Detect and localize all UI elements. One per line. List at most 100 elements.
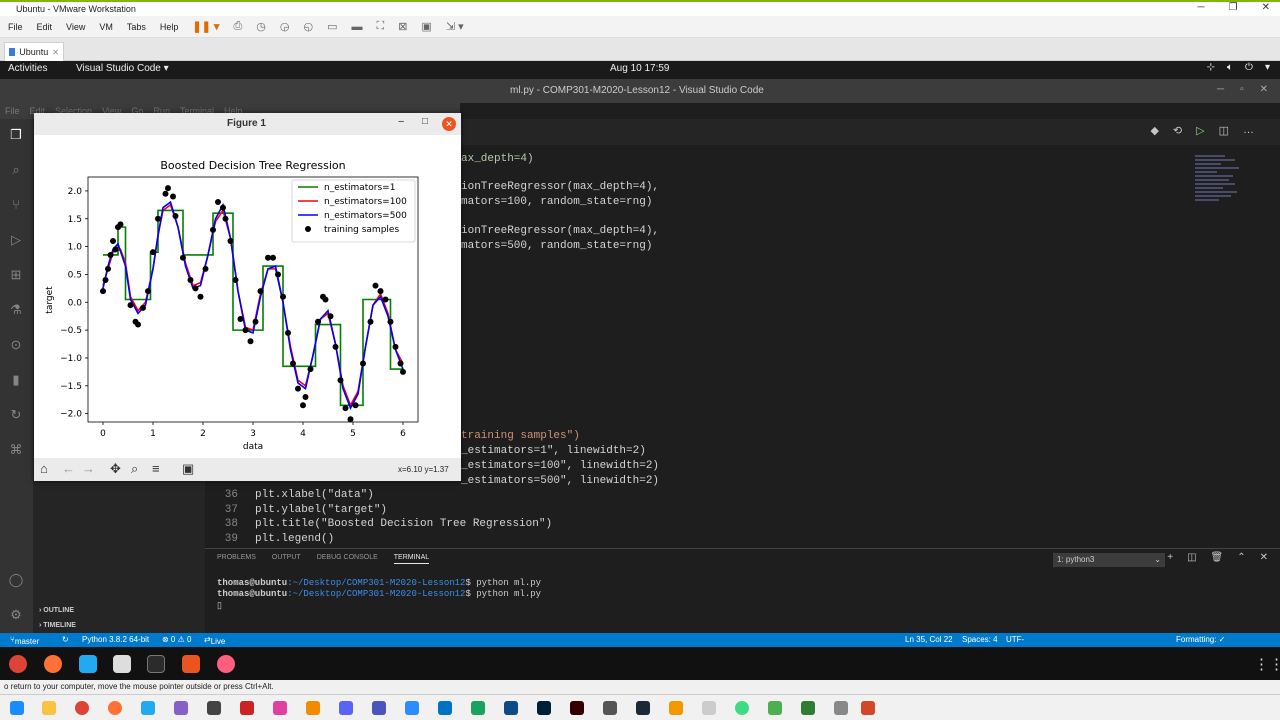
- matplotlib-figure-window[interactable]: Figure 1 − □ ✕ Boosted Decision Tree Reg…: [34, 113, 461, 481]
- menu-help[interactable]: Help: [160, 22, 179, 32]
- sidebar-outline[interactable]: › OUTLINE: [39, 607, 74, 614]
- forward-icon[interactable]: →: [82, 461, 95, 476]
- chart[interactable]: Boosted Decision Tree Regression data ta…: [34, 135, 461, 458]
- explorer-icon[interactable]: ❐: [8, 127, 24, 143]
- steam-icon[interactable]: [636, 701, 650, 715]
- photoshop-icon[interactable]: [537, 701, 551, 715]
- close-icon[interactable]: ✕: [442, 117, 456, 131]
- extensions-icon[interactable]: ⊞: [8, 267, 24, 283]
- terminal-icon[interactable]: [147, 655, 165, 673]
- status-python[interactable]: Python 3.8.2 64-bit: [82, 635, 149, 644]
- close-icon[interactable]: ✕: [1262, 2, 1270, 13]
- zoom-icon[interactable]: [405, 701, 419, 715]
- minimize-icon[interactable]: −: [398, 116, 404, 128]
- more-icon[interactable]: …: [1243, 124, 1254, 137]
- menu-edit[interactable]: Edit: [37, 22, 53, 32]
- tab-close-icon[interactable]: ✕: [52, 48, 59, 57]
- software-icon[interactable]: [182, 655, 200, 673]
- tab-ubuntu[interactable]: Ubuntu ✕: [4, 42, 64, 61]
- screenshot-icon[interactable]: [217, 655, 235, 673]
- discord-icon[interactable]: [339, 701, 353, 715]
- status-liveshare[interactable]: ⇄ Live Share: [204, 635, 232, 655]
- tab-output[interactable]: OUTPUT: [272, 554, 301, 564]
- fullscreen-icon[interactable]: ⛶: [376, 20, 384, 33]
- show-apps-icon[interactable]: ⋮⋮⋮: [1254, 655, 1280, 673]
- vscode-icon[interactable]: [79, 655, 97, 673]
- file-explorer-icon[interactable]: [42, 701, 56, 715]
- vscode-icon[interactable]: [141, 701, 155, 715]
- send-ctrl-alt-del-icon[interactable]: ⎙: [233, 20, 242, 33]
- app-icon[interactable]: [603, 701, 617, 715]
- visual-studio-icon[interactable]: [174, 701, 188, 715]
- minimize-icon[interactable]: ─: [1217, 84, 1224, 95]
- clock[interactable]: Aug 10 17:59: [610, 63, 670, 74]
- illustrator-icon[interactable]: [570, 701, 584, 715]
- status-branch[interactable]: ⑂ master: [10, 635, 39, 646]
- status-formatting[interactable]: Formatting: ✓: [1176, 635, 1225, 644]
- terminal-select[interactable]: 1: python3 ⌄: [1053, 553, 1165, 567]
- status-problems[interactable]: ⊗ 0 ⚠ 0: [162, 635, 191, 644]
- menu-vm[interactable]: VM: [99, 22, 113, 32]
- compare-icon[interactable]: ⟲: [1173, 124, 1182, 137]
- split-editor-icon[interactable]: ◫: [1219, 124, 1229, 137]
- back-icon[interactable]: ←: [62, 461, 75, 476]
- tab-debug-console[interactable]: DEBUG CONSOLE: [317, 554, 378, 564]
- search-icon[interactable]: ⌕: [8, 162, 24, 178]
- app-icon[interactable]: [834, 701, 848, 715]
- maximize-icon[interactable]: ▫: [1240, 84, 1244, 95]
- home-icon[interactable]: ⌂: [40, 461, 48, 476]
- app-icon[interactable]: [504, 701, 518, 715]
- github-icon[interactable]: [207, 701, 221, 715]
- pause-icon[interactable]: ❚❚ ▾: [192, 20, 219, 33]
- testing-icon[interactable]: ⚗: [8, 302, 24, 318]
- minimap[interactable]: [1195, 155, 1245, 215]
- close-icon[interactable]: ✕: [1260, 84, 1268, 95]
- gear-icon[interactable]: ⚙: [8, 607, 24, 623]
- source-control-icon[interactable]: ⑂: [8, 197, 24, 213]
- pan-icon[interactable]: ✥: [110, 461, 121, 477]
- console-view-icon[interactable]: ▣: [421, 20, 431, 33]
- unity-icon[interactable]: ⊠: [398, 20, 407, 33]
- chrome-icon[interactable]: [9, 655, 27, 673]
- maximize-icon[interactable]: ❐: [1229, 2, 1238, 13]
- files-icon[interactable]: [113, 655, 131, 673]
- app-icon[interactable]: [240, 701, 254, 715]
- minimize-icon[interactable]: ─: [1198, 2, 1205, 13]
- sidebar-timeline[interactable]: › TIMELINE: [39, 622, 76, 629]
- thumbnail-icon[interactable]: ▬: [351, 21, 362, 33]
- add-terminal-icon[interactable]: +: [1167, 552, 1173, 563]
- close-icon[interactable]: ✕: [1260, 552, 1268, 563]
- split-terminal-icon[interactable]: ◫: [1187, 552, 1196, 563]
- tab-problems[interactable]: PROBLEMS: [217, 554, 256, 564]
- chrome-icon[interactable]: [75, 701, 89, 715]
- menu-view[interactable]: View: [66, 22, 85, 32]
- stretch-icon[interactable]: ⇲ ▾: [446, 20, 464, 33]
- powerpoint-icon[interactable]: [861, 701, 875, 715]
- app-icon[interactable]: [702, 701, 716, 715]
- vmware-icon[interactable]: [669, 701, 683, 715]
- run-icon[interactable]: ▷: [1196, 124, 1204, 137]
- zoom-icon[interactable]: ⌕: [131, 461, 138, 477]
- android-icon[interactable]: [735, 701, 749, 715]
- remote-explorer-icon[interactable]: ⊙: [8, 337, 24, 353]
- start-icon[interactable]: [10, 701, 24, 715]
- configure-subplots-icon[interactable]: ≡: [152, 461, 160, 476]
- app-icon[interactable]: [768, 701, 782, 715]
- status-encoding[interactable]: UTF-: [1006, 635, 1024, 644]
- activities-button[interactable]: Activities: [8, 63, 47, 74]
- app-icon[interactable]: [801, 701, 815, 715]
- teams-icon[interactable]: [372, 701, 386, 715]
- snapshot-icon[interactable]: ◷: [256, 20, 266, 33]
- liveshare-icon[interactable]: ◆: [1150, 124, 1158, 137]
- save-icon[interactable]: ▣: [182, 461, 194, 477]
- library-icon[interactable]: ▭: [327, 20, 337, 33]
- status-spaces[interactable]: Spaces: 4: [962, 635, 998, 644]
- snapshot-manager-icon[interactable]: ◵: [303, 20, 313, 33]
- firefox-icon[interactable]: [44, 655, 62, 673]
- app-icon[interactable]: [306, 701, 320, 715]
- firefox-icon[interactable]: [108, 701, 122, 715]
- outlook-icon[interactable]: [438, 701, 452, 715]
- docker-icon[interactable]: ⌘: [8, 442, 24, 458]
- trash-icon[interactable]: 🗑︎: [1211, 552, 1224, 563]
- chevron-up-icon[interactable]: ⌃: [1237, 552, 1245, 563]
